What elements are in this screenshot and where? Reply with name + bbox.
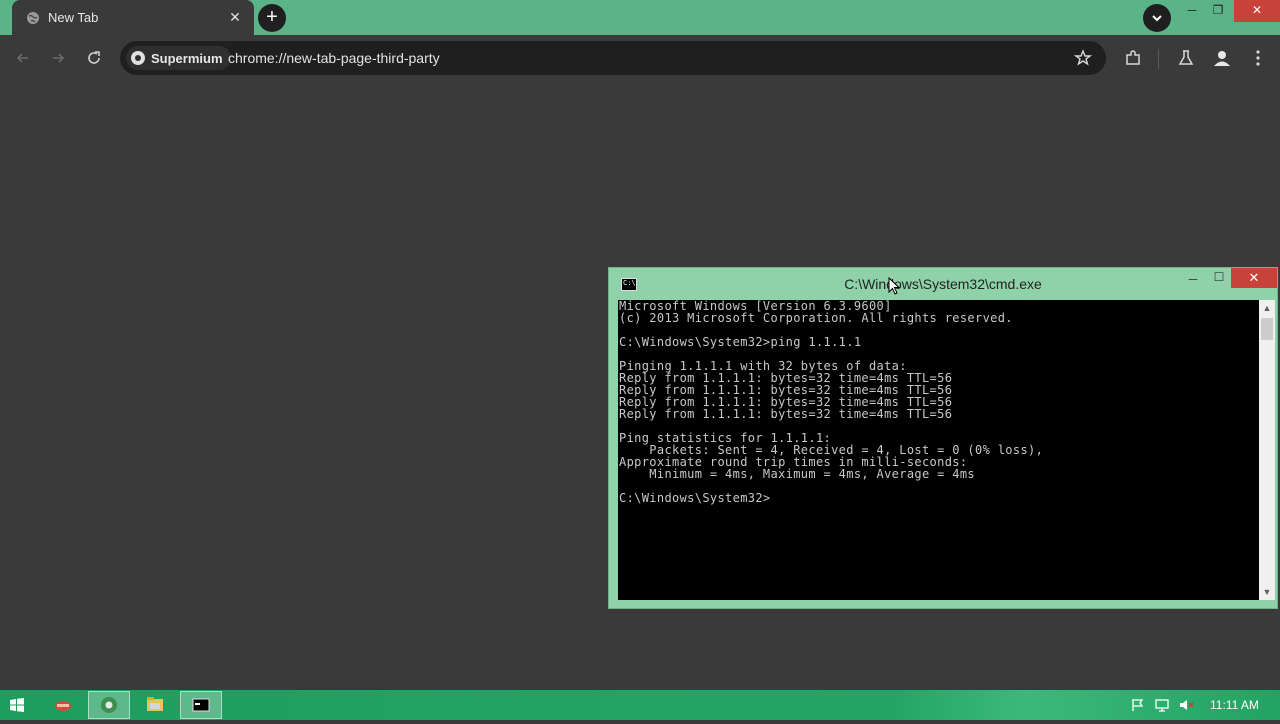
browser-icon [101, 697, 117, 713]
cmd-icon [192, 698, 210, 712]
extensions-icon[interactable] [1122, 47, 1144, 69]
tab-new-tab[interactable]: New Tab ✕ [12, 0, 254, 35]
scroll-up-icon[interactable]: ▲ [1259, 300, 1275, 316]
console-line: Reply from 1.1.1.1: bytes=32 time=4ms TT… [619, 407, 953, 421]
taskbar-file-explorer[interactable] [134, 691, 176, 719]
file-explorer-icon [147, 697, 163, 711]
cmd-minimize-button[interactable]: ─ [1183, 272, 1203, 292]
site-chip-label: Supermium [151, 50, 223, 66]
cmd-maximize-button[interactable]: ☐ [1209, 270, 1229, 290]
taskbar: 11:11 AM [0, 690, 1280, 720]
profile-icon[interactable] [1211, 47, 1233, 69]
site-info-chip[interactable]: Supermium [126, 46, 231, 70]
bookmark-star-icon[interactable] [1074, 49, 1092, 67]
taskbar-cmd[interactable] [180, 691, 222, 719]
cmd-output: Microsoft Windows [Version 6.3.9600] (c) … [618, 300, 1259, 504]
labs-flask-icon[interactable] [1175, 47, 1197, 69]
taskbar-control-panel[interactable] [42, 691, 84, 719]
close-tab-icon[interactable]: ✕ [226, 8, 244, 26]
url-text[interactable]: chrome://new-tab-page-third-party [228, 50, 440, 66]
menu-kebab-icon[interactable] [1247, 47, 1269, 69]
forward-icon[interactable] [47, 47, 69, 69]
scroll-thumb[interactable] [1261, 318, 1273, 340]
address-bar[interactable]: Supermium chrome://new-tab-page-third-pa… [120, 41, 1106, 75]
console-line: C:\Windows\System32>ping 1.1.1.1 [619, 335, 862, 349]
cmd-scrollbar[interactable]: ▲ ▼ [1259, 300, 1275, 600]
console-line: Minimum = 4ms, Maximum = 4ms, Average = … [619, 467, 976, 481]
tab-search-button[interactable] [1143, 4, 1171, 32]
cpanel-icon [55, 701, 71, 711]
taskbar-clock[interactable]: 11:11 AM [1210, 698, 1259, 712]
cmd-titlebar[interactable]: C:\ C:\Windows\System32\cmd.exe ─ ☐ ✕ [609, 268, 1277, 300]
cmd-close-button[interactable]: ✕ [1231, 268, 1277, 288]
action-center-flag-icon[interactable] [1130, 697, 1146, 713]
windows-start-icon[interactable] [10, 698, 24, 712]
toolbar-divider [1158, 49, 1159, 69]
supermium-logo-icon [131, 51, 145, 65]
console-line: (c) 2013 Microsoft Corporation. All righ… [619, 311, 1013, 325]
window-close-button[interactable]: ✕ [1234, 0, 1280, 22]
cmd-window[interactable]: C:\ C:\Windows\System32\cmd.exe ─ ☐ ✕ Mi… [609, 268, 1277, 608]
reload-icon[interactable] [83, 47, 105, 69]
tab-strip: New Tab ✕ + ─ ❐ ✕ [0, 0, 1280, 35]
window-maximize-button[interactable]: ❐ [1203, 0, 1233, 22]
scroll-down-icon[interactable]: ▼ [1259, 584, 1275, 600]
mouse-cursor-icon [888, 277, 900, 295]
taskbar-browser[interactable] [88, 691, 130, 719]
volume-muted-icon[interactable] [1178, 697, 1194, 713]
browser-toolbar: Supermium chrome://new-tab-page-third-pa… [0, 35, 1280, 82]
cmd-window-title: C:\Windows\System32\cmd.exe [844, 276, 1042, 292]
back-icon[interactable] [12, 47, 34, 69]
new-tab-button[interactable]: + [258, 4, 286, 32]
chevron-down-icon [1152, 15, 1162, 22]
globe-icon [27, 12, 39, 24]
cmd-console[interactable]: Microsoft Windows [Version 6.3.9600] (c) … [618, 300, 1259, 600]
tab-title: New Tab [48, 10, 99, 25]
console-line: C:\Windows\System32> [619, 491, 771, 505]
network-icon[interactable] [1154, 697, 1170, 713]
